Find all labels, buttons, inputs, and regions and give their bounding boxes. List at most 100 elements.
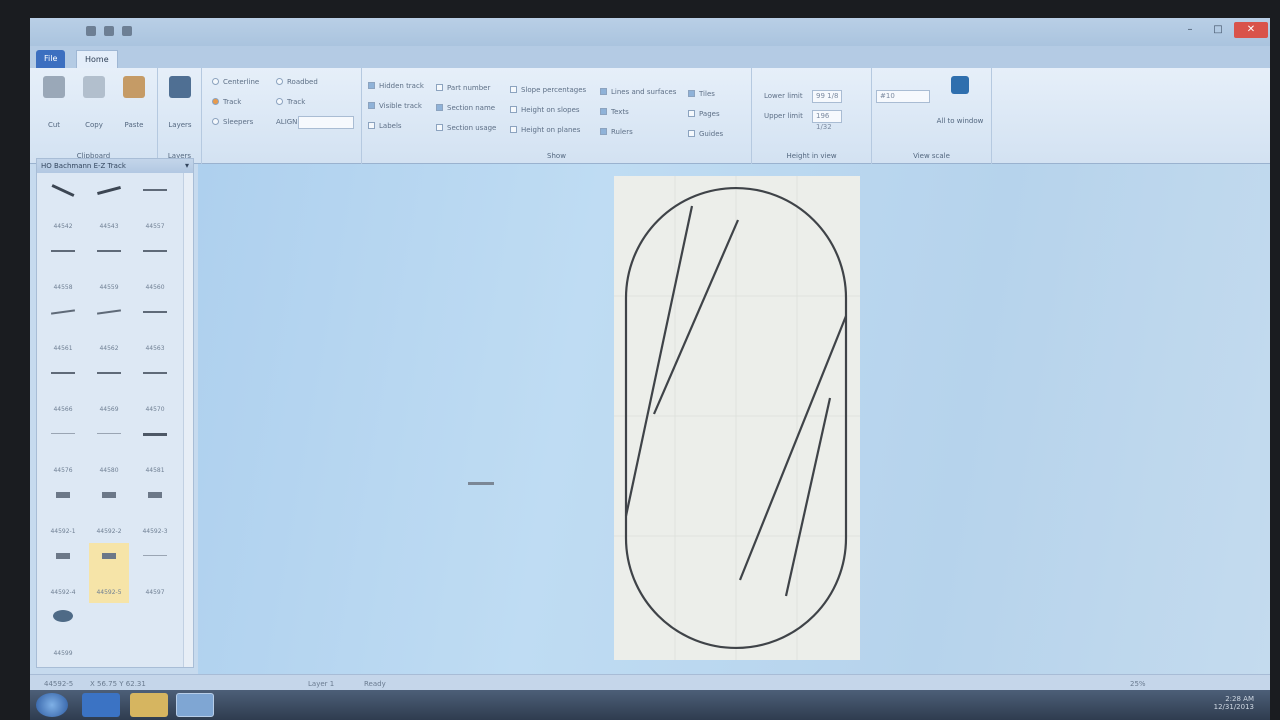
taskbar: 2:28 AM 12/31/2013 <box>30 690 1270 720</box>
folder-icon[interactable] <box>130 693 168 717</box>
system-clock: 2:28 AM 12/31/2013 <box>1213 695 1254 711</box>
track-outline-option[interactable]: Track <box>276 98 305 106</box>
checkbox-icon <box>688 110 695 117</box>
track-piece-44558[interactable]: 44558 <box>43 238 83 298</box>
height-on-slopes-checkbox[interactable]: Height on slopes <box>510 106 580 114</box>
close-button[interactable]: ✕ <box>1234 22 1268 38</box>
start-button-icon[interactable] <box>36 693 68 717</box>
track-option[interactable]: Track <box>212 98 241 106</box>
panel-scrollbar[interactable] <box>183 173 193 667</box>
track-piece-label: 44566 <box>53 406 73 413</box>
track-piece-label: 44592-3 <box>142 528 168 535</box>
track-piece-icon <box>96 309 122 315</box>
view-scale-group-label: View scale <box>913 152 950 160</box>
track-piece-44559[interactable]: 44559 <box>89 238 129 298</box>
cut-button[interactable]: Cut <box>36 76 72 131</box>
maximize-button[interactable]: □ <box>1206 22 1230 38</box>
track-piece-44592-2[interactable]: 44592-2 <box>89 482 129 542</box>
paste-button[interactable]: Paste <box>116 76 152 131</box>
upper-limit-label: Upper limit <box>764 112 803 120</box>
track-piece-label: 44542 <box>53 223 73 230</box>
tab-file[interactable]: File <box>36 50 66 68</box>
part-number-checkbox[interactable]: Part number <box>436 84 490 92</box>
status-zoom: 25% <box>1130 680 1146 688</box>
all-to-window-button[interactable]: All to window <box>932 76 988 127</box>
loose-track-piece[interactable] <box>468 482 494 485</box>
track-app-icon[interactable] <box>176 693 214 717</box>
track-piece-icon <box>143 311 167 313</box>
status-layer: Layer 1 <box>308 680 335 688</box>
track-piece-44561[interactable]: 44561 <box>43 299 83 359</box>
checkbox-icon <box>600 128 607 135</box>
track-piece-label: 44592-5 <box>96 589 122 596</box>
track-piece-icon <box>97 433 121 434</box>
guides-checkbox[interactable]: Guides <box>688 130 723 138</box>
track-piece-44569[interactable]: 44569 <box>89 360 129 420</box>
track-piece-44543[interactable]: 44543 <box>89 177 129 237</box>
track-piece-icon <box>102 492 116 498</box>
labels-checkbox[interactable]: Labels <box>368 122 402 130</box>
checkbox-icon <box>436 104 443 111</box>
track-piece-44542[interactable]: 44542 <box>43 177 83 237</box>
track-piece-44599[interactable]: 44599 <box>43 604 83 664</box>
tab-home[interactable]: Home <box>76 50 118 68</box>
track-piece-icon <box>97 372 121 374</box>
align-field[interactable] <box>298 116 354 129</box>
track-piece-44566[interactable]: 44566 <box>43 360 83 420</box>
roadbed-option[interactable]: Roadbed <box>276 78 318 86</box>
centerline-option[interactable]: Centerline <box>212 78 259 86</box>
track-piece-label: 44580 <box>99 467 119 474</box>
mode-group: Centerline Track Sleepers Roadbed Track … <box>202 68 362 164</box>
lines-surfaces-checkbox[interactable]: Lines and surfaces <box>600 88 676 96</box>
scale-select[interactable]: #10 <box>876 90 930 103</box>
track-piece-44592-3[interactable]: 44592-3 <box>135 482 175 542</box>
track-piece-44581[interactable]: 44581 <box>135 421 175 481</box>
track-piece-label: 44597 <box>145 589 165 596</box>
height-on-planes-checkbox[interactable]: Height on planes <box>510 126 580 134</box>
track-piece-icon <box>97 185 121 196</box>
track-piece-icon <box>143 433 167 436</box>
minimize-button[interactable]: – <box>1178 22 1202 38</box>
layout-sheet[interactable] <box>614 176 860 660</box>
sleepers-option[interactable]: Sleepers <box>212 118 253 126</box>
lower-limit-field[interactable]: 99 1/8 <box>812 90 842 103</box>
track-piece-44560[interactable]: 44560 <box>135 238 175 298</box>
track-piece-label: 44561 <box>53 345 73 352</box>
hidden-track-checkbox[interactable]: Hidden track <box>368 82 424 90</box>
texts-checkbox[interactable]: Texts <box>600 108 629 116</box>
tiles-checkbox[interactable]: Tiles <box>688 90 715 98</box>
rulers-checkbox[interactable]: Rulers <box>600 128 633 136</box>
checkbox-icon <box>510 86 517 93</box>
undo-icon[interactable] <box>104 26 114 36</box>
section-name-checkbox[interactable]: Section name <box>436 104 495 112</box>
save-icon[interactable] <box>86 26 96 36</box>
pages-checkbox[interactable]: Pages <box>688 110 720 118</box>
layers-button[interactable]: Layers <box>162 76 198 131</box>
visible-track-checkbox[interactable]: Visible track <box>368 102 422 110</box>
section-usage-checkbox[interactable]: Section usage <box>436 124 496 132</box>
track-piece-44570[interactable]: 44570 <box>135 360 175 420</box>
chevron-down-icon[interactable]: ▾ <box>185 159 189 173</box>
track-piece-44592-4[interactable]: 44592-4 <box>43 543 83 603</box>
copy-button[interactable]: Copy <box>76 76 112 131</box>
track-piece-icon <box>56 553 70 559</box>
view-scale-group: #10 All to window View scale <box>872 68 992 164</box>
track-piece-44597[interactable]: 44597 <box>135 543 175 603</box>
track-piece-44563[interactable]: 44563 <box>135 299 175 359</box>
track-piece-icon <box>51 184 75 197</box>
track-piece-44592-1[interactable]: 44592-1 <box>43 482 83 542</box>
height-group-label: Height in view <box>786 152 837 160</box>
track-piece-44592-5[interactable]: 44592-5 <box>89 543 129 603</box>
slope-percentages-checkbox[interactable]: Slope percentages <box>510 86 586 94</box>
radio-icon <box>212 78 219 85</box>
upper-limit-field[interactable]: 196 1/32 <box>812 110 842 131</box>
paste-label: Paste <box>124 121 144 129</box>
track-piece-44562[interactable]: 44562 <box>89 299 129 359</box>
track-piece-44557[interactable]: 44557 <box>135 177 175 237</box>
drawing-workspace[interactable] <box>198 164 1270 682</box>
browser-icon[interactable] <box>82 693 120 717</box>
track-piece-icon <box>53 610 73 622</box>
redo-icon[interactable] <box>122 26 132 36</box>
track-piece-44580[interactable]: 44580 <box>89 421 129 481</box>
track-piece-44576[interactable]: 44576 <box>43 421 83 481</box>
